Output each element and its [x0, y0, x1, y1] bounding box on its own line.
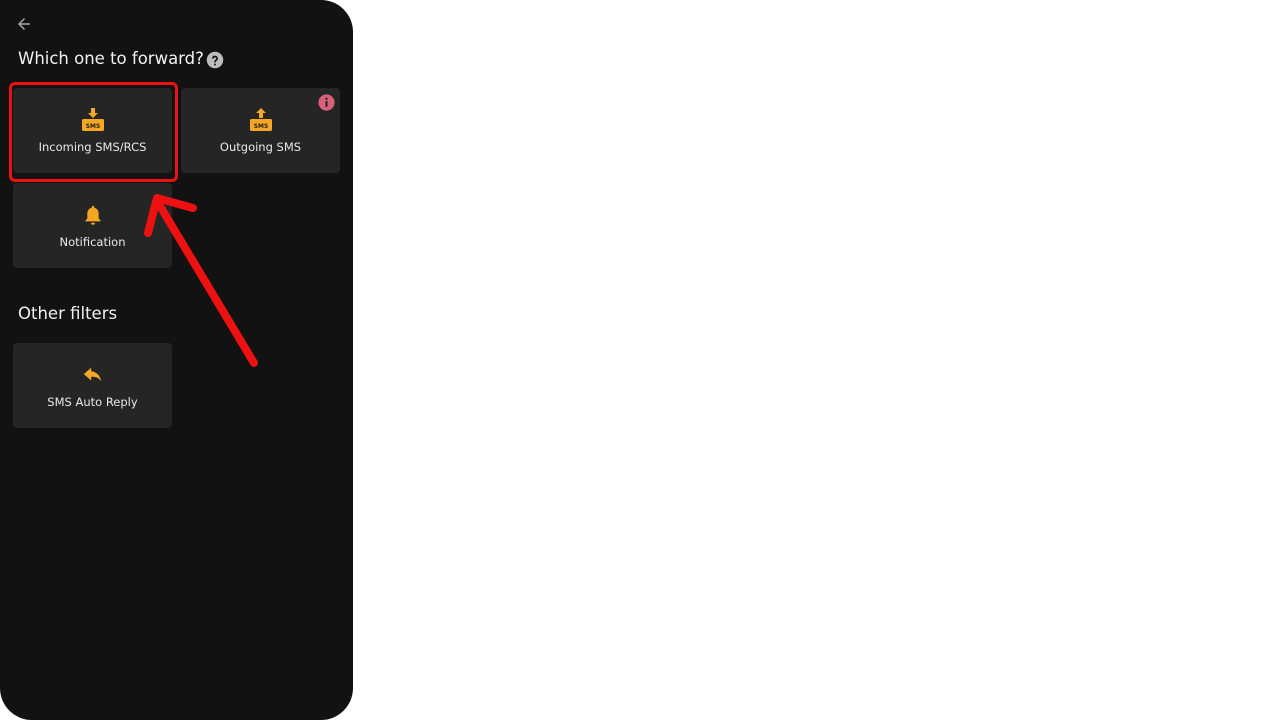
notification-option[interactable]: Notification	[13, 183, 172, 268]
sms-auto-reply-label: SMS Auto Reply	[47, 395, 138, 409]
other-filters-title: Other filters	[18, 304, 118, 323]
forward-section-title: Which one to forward?	[18, 49, 204, 68]
sms-badge-text: SMS	[253, 123, 268, 130]
help-circle-icon[interactable]	[206, 51, 224, 69]
incoming-sms-rcs-option[interactable]: SMS Incoming SMS/RCS	[13, 88, 172, 173]
outgoing-sms-label: Outgoing SMS	[219, 140, 302, 154]
sms-auto-reply-option[interactable]: SMS Auto Reply	[13, 343, 172, 428]
outgoing-sms-option[interactable]: SMS Outgoing SMS	[181, 88, 340, 173]
info-icon[interactable]	[318, 94, 335, 111]
sms-badge-text: SMS	[85, 123, 100, 130]
sms-incoming-icon: SMS	[80, 107, 106, 133]
notification-label: Notification	[59, 235, 126, 249]
sms-outgoing-icon: SMS	[248, 107, 274, 133]
reply-icon	[80, 362, 106, 388]
app-screen: Which one to forward? SMS Incoming SMS/R…	[0, 0, 353, 720]
bell-icon	[80, 202, 106, 228]
incoming-sms-rcs-label: Incoming SMS/RCS	[38, 140, 147, 154]
back-button[interactable]	[12, 12, 36, 36]
arrow-left-icon	[18, 18, 30, 30]
